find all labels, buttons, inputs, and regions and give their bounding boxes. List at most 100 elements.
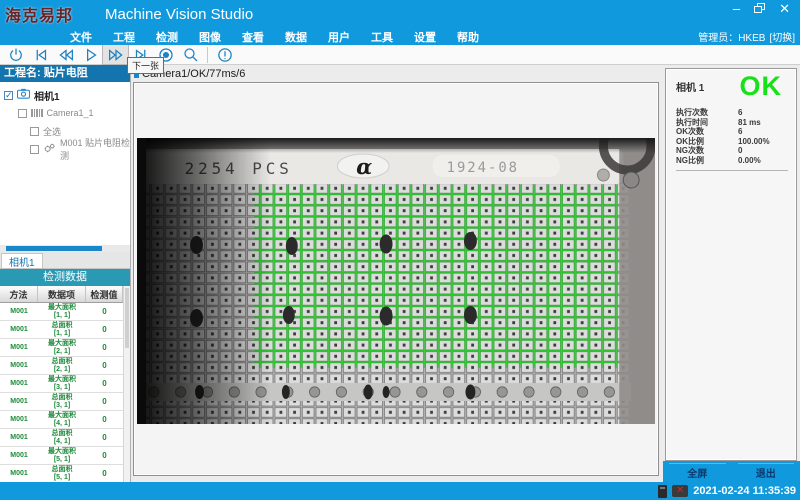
- cell-item: 总面积[2, 1]: [38, 357, 86, 374]
- cell-value: 0: [86, 411, 123, 428]
- minimize-icon[interactable]: –: [733, 1, 740, 17]
- company-logo: 海克易邦: [5, 2, 73, 26]
- table-row[interactable]: M001最大面积[3, 1]0: [0, 375, 123, 393]
- result-ok-badge: OK: [740, 71, 783, 102]
- restore-icon[interactable]: [754, 1, 765, 17]
- menu-items: 文件工程检测图像查看数据用户工具设置帮助: [70, 29, 500, 45]
- clock-timestamp: 2021-02-24 11:35:39: [693, 485, 796, 497]
- table-row[interactable]: M001总面积[1, 1]0: [0, 321, 123, 339]
- cell-method: M001: [0, 357, 38, 374]
- previous-fast-icon[interactable]: [53, 45, 78, 64]
- switch-user-link[interactable]: [切换]: [769, 29, 795, 44]
- menu-item[interactable]: 数据: [285, 29, 328, 45]
- cell-item: 最大面积[1, 1]: [38, 303, 86, 320]
- panel-buttons: 全屏 退出: [663, 461, 800, 482]
- table-row[interactable]: M001最大面积[1, 1]0: [0, 303, 123, 321]
- search-icon[interactable]: [178, 45, 203, 64]
- table-row[interactable]: M001最大面积[4, 1]0: [0, 411, 123, 429]
- menu-item[interactable]: 工程: [113, 29, 156, 45]
- menu-item[interactable]: 查看: [242, 29, 285, 45]
- checkbox-checked-icon[interactable]: ✓: [4, 91, 13, 100]
- cell-method: M001: [0, 339, 38, 356]
- table-header: 方法 数据项 检测值: [0, 286, 123, 303]
- cell-value: 0: [86, 321, 123, 338]
- checkbox-icon[interactable]: [30, 145, 39, 154]
- next-image-icon[interactable]: [103, 45, 128, 64]
- table-row[interactable]: M001最大面积[5, 1]0: [0, 447, 123, 465]
- cell-value: 0: [86, 465, 123, 482]
- menu-item[interactable]: 工具: [371, 29, 414, 45]
- menu-item[interactable]: 文件: [70, 29, 113, 45]
- fullscreen-button[interactable]: 全屏: [669, 463, 726, 480]
- table-scrollbar[interactable]: [123, 286, 130, 482]
- stats-divider: [676, 170, 788, 171]
- detection-data-table: 方法 数据项 检测值 M001最大面积[1, 1]0M001总面积[1, 1]0…: [0, 286, 123, 482]
- info-icon[interactable]: [212, 45, 237, 64]
- menu-item[interactable]: 帮助: [457, 29, 500, 45]
- device-icon: [31, 109, 43, 117]
- computer-status-icon[interactable]: [658, 485, 667, 498]
- checkbox-icon[interactable]: [30, 127, 39, 136]
- table-row[interactable]: M001总面积[2, 1]0: [0, 357, 123, 375]
- tree-item-module-m001[interactable]: M001 贴片电阻检测: [0, 141, 130, 157]
- cell-value: 0: [86, 447, 123, 464]
- tree-item-camera-group[interactable]: ✓ 相机1: [0, 87, 130, 103]
- menu-item[interactable]: 设置: [414, 29, 457, 45]
- power-icon[interactable]: [3, 45, 28, 64]
- menu-item[interactable]: 用户: [328, 29, 371, 45]
- cell-method: M001: [0, 465, 38, 482]
- camera-photo: 2254 PCS α 1924-08: [137, 138, 655, 424]
- detection-data-title: 检测数据: [0, 269, 130, 286]
- stat-value: 6: [738, 127, 742, 136]
- exit-button[interactable]: 退出: [738, 463, 795, 480]
- tree-item-camera-device[interactable]: Camera1_1: [0, 105, 130, 121]
- cell-item: 总面积[1, 1]: [38, 321, 86, 338]
- image-viewer: Camera1/OK/77ms/6: [131, 65, 663, 482]
- tab-camera1[interactable]: 相机1: [1, 253, 43, 268]
- table-row[interactable]: M001最大面积[2, 1]0: [0, 339, 123, 357]
- cell-value: 0: [86, 303, 123, 320]
- table-row[interactable]: M001总面积[3, 1]0: [0, 393, 123, 411]
- table-row[interactable]: M001总面积[5, 1]0: [0, 465, 123, 482]
- result-panel: 相机 1 OK 执行次数6执行时间81 msOK次数6OK比例100.00%NG…: [663, 65, 800, 482]
- cell-value: 0: [86, 429, 123, 446]
- cell-method: M001: [0, 375, 38, 392]
- svg-text:1924-08: 1924-08: [447, 160, 519, 176]
- toolbar-separator: [207, 47, 208, 63]
- cell-method: M001: [0, 393, 38, 410]
- cell-item: 最大面积[2, 1]: [38, 339, 86, 356]
- cell-method: M001: [0, 303, 38, 320]
- app-title: Machine Vision Studio: [105, 6, 253, 23]
- stat-value: 0.00%: [738, 156, 761, 165]
- cell-method: M001: [0, 321, 38, 338]
- cell-item: 最大面积[4, 1]: [38, 411, 86, 428]
- close-icon[interactable]: ✕: [779, 1, 790, 17]
- camera-image-box[interactable]: 2254 PCS α 1924-08: [133, 82, 659, 476]
- menu-item[interactable]: 检测: [156, 29, 199, 45]
- tree-label: Camera1_1: [47, 108, 94, 118]
- menu-item[interactable]: 图像: [199, 29, 242, 45]
- cell-value: 0: [86, 393, 123, 410]
- stat-value: 6: [738, 108, 742, 117]
- cell-value: 0: [86, 375, 123, 392]
- table-row[interactable]: M001总面积[4, 1]0: [0, 429, 123, 447]
- run-icon[interactable]: [78, 45, 103, 64]
- tree-label: 相机1: [34, 88, 60, 103]
- cell-method: M001: [0, 429, 38, 446]
- camera-tab-strip: 相机1: [0, 252, 130, 269]
- stat-value: 0: [738, 146, 742, 155]
- first-image-icon[interactable]: [28, 45, 53, 64]
- project-tree: ✓ 相机1 Camera1_1 全选 M001 贴片电阻检测: [0, 82, 130, 245]
- tree-label: 全选: [43, 125, 61, 138]
- menu-bar: 文件工程检测图像查看数据用户工具设置帮助 管理员：HKEB [切换]: [0, 28, 800, 45]
- panel-splitter[interactable]: [0, 245, 130, 252]
- col-value: 检测值: [86, 286, 123, 302]
- error-status-icon[interactable]: ✕: [672, 485, 688, 497]
- checkbox-icon[interactable]: [18, 109, 27, 118]
- result-stats: 执行次数6执行时间81 msOK次数6OK比例100.00%NG次数0NG比例0…: [676, 108, 788, 165]
- cell-method: M001: [0, 447, 38, 464]
- cell-item: 总面积[4, 1]: [38, 429, 86, 446]
- status-bar: ✕ 2021-02-24 11:35:39: [0, 482, 800, 500]
- title-bar: 海克易邦 Machine Vision Studio – ✕: [0, 0, 800, 28]
- camera-icon: [17, 86, 30, 104]
